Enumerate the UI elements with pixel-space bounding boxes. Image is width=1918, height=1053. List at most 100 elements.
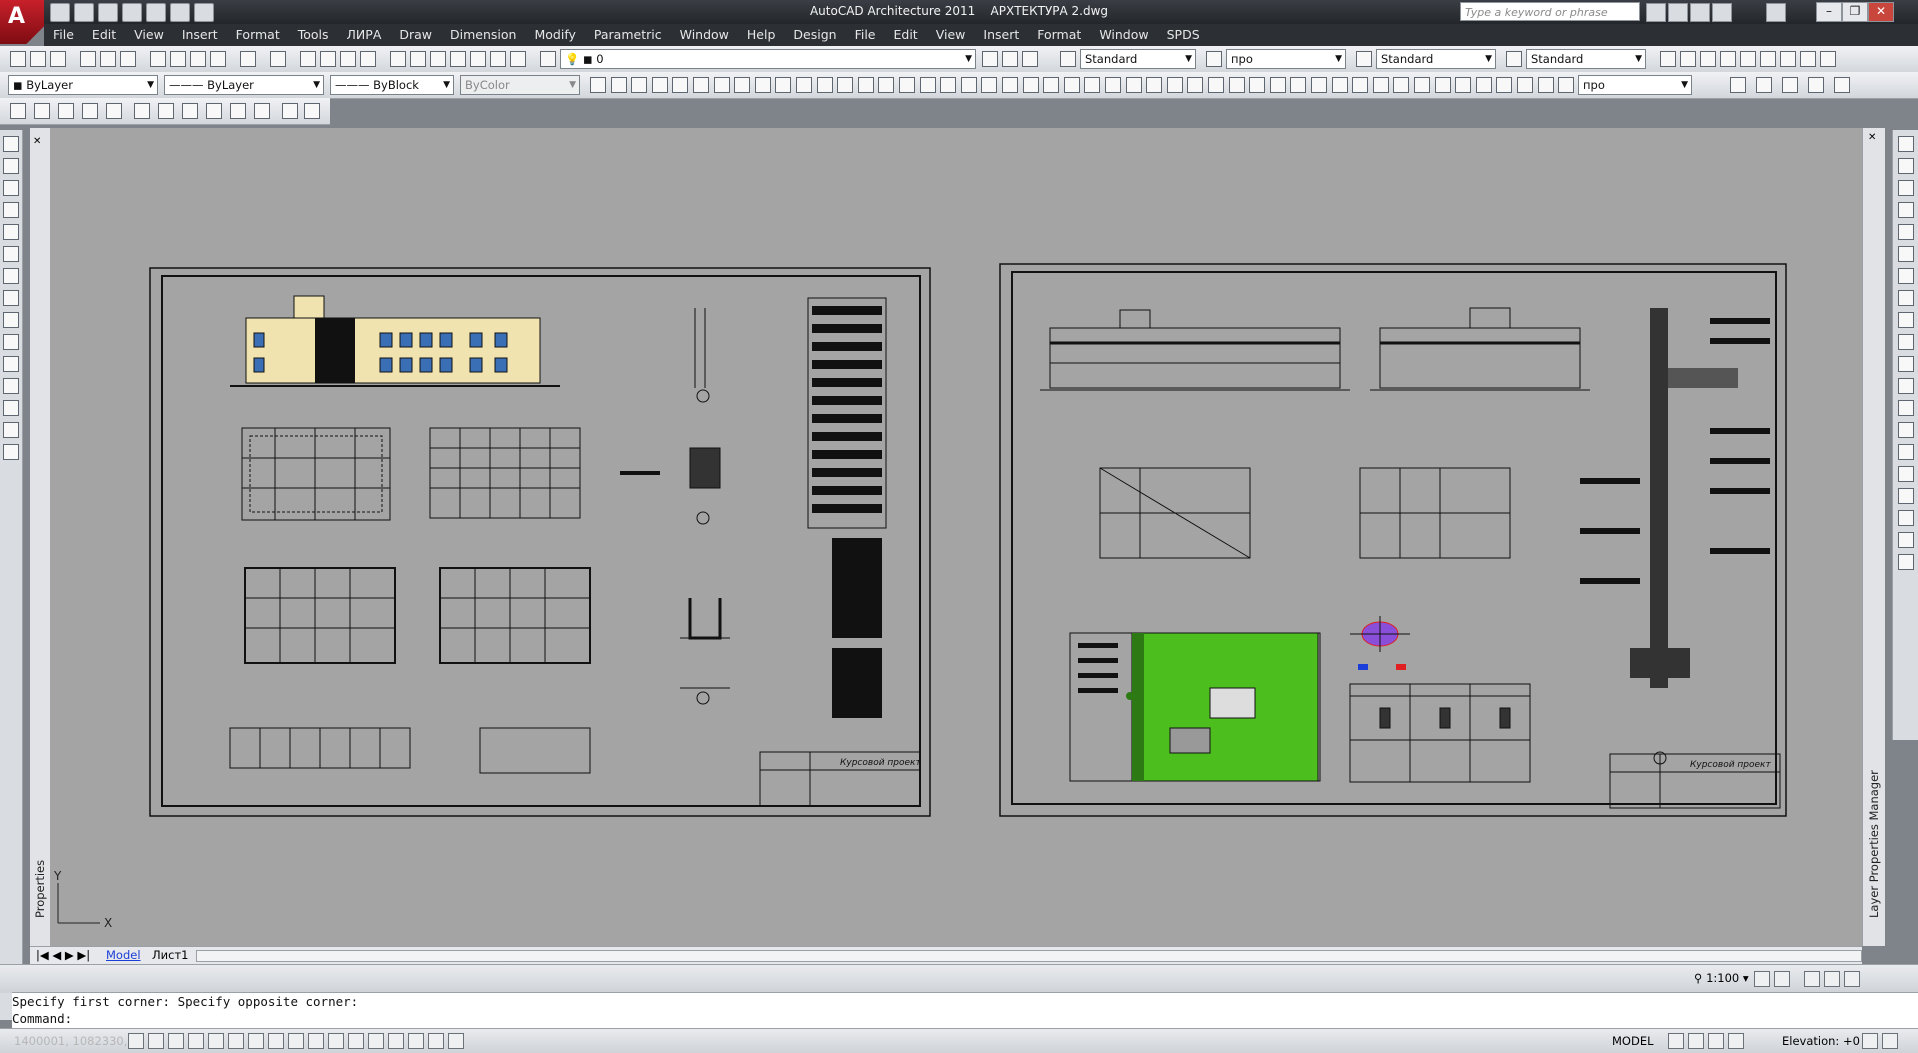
paste-icon[interactable] bbox=[190, 51, 206, 67]
properties-icon[interactable] bbox=[390, 51, 406, 67]
chamfer-icon[interactable] bbox=[1898, 422, 1914, 438]
dynamic-ucs-icon[interactable] bbox=[268, 1033, 284, 1049]
linetype-combo[interactable]: ——— ByLayer ▼ bbox=[164, 75, 324, 95]
cut-icon[interactable] bbox=[150, 51, 166, 67]
rotate-icon[interactable] bbox=[1898, 268, 1914, 284]
field-icon[interactable] bbox=[1475, 77, 1492, 93]
continue-icon[interactable] bbox=[1166, 77, 1183, 93]
dynamic-input-icon[interactable] bbox=[288, 1033, 304, 1049]
text-scale-icon[interactable] bbox=[1760, 51, 1776, 67]
fillet-icon[interactable] bbox=[1898, 444, 1914, 460]
menu-item[interactable]: Dimension bbox=[441, 24, 525, 46]
text-mask-icon[interactable] bbox=[1455, 77, 1472, 93]
stretch-icon[interactable] bbox=[1898, 312, 1914, 328]
revcloud-icon[interactable] bbox=[713, 77, 730, 93]
save-icon[interactable] bbox=[50, 51, 66, 67]
workspace-switch-icon[interactable] bbox=[1804, 971, 1820, 987]
ortho-mode-icon[interactable] bbox=[188, 1033, 204, 1049]
object-snap-tracking-icon[interactable] bbox=[248, 1033, 264, 1049]
find-icon[interactable] bbox=[1720, 51, 1736, 67]
collect-mleader-icon[interactable] bbox=[1434, 77, 1451, 93]
publish-icon[interactable] bbox=[120, 51, 136, 67]
menu-item[interactable]: View bbox=[125, 24, 173, 46]
matchprop-icon[interactable] bbox=[210, 51, 226, 67]
menu-item[interactable]: Help bbox=[738, 24, 785, 46]
transparency-icon[interactable] bbox=[328, 1033, 344, 1049]
annotation-scale[interactable]: ⚲ 1:100 ▾ bbox=[1694, 971, 1749, 985]
selection-cycling-icon[interactable] bbox=[368, 1033, 384, 1049]
layer-manager-palette-strip[interactable]: ✕ Layer Properties Manager bbox=[1862, 128, 1885, 946]
help-icon[interactable] bbox=[1766, 3, 1786, 22]
join-icon[interactable] bbox=[1898, 400, 1914, 416]
lock-icon[interactable] bbox=[1824, 971, 1840, 987]
polyline-icon[interactable] bbox=[610, 77, 627, 93]
region-icon[interactable] bbox=[899, 77, 915, 93]
plot-icon[interactable] bbox=[80, 51, 96, 67]
dim-linear-icon[interactable] bbox=[1898, 488, 1914, 504]
menu-item[interactable]: Parametric bbox=[585, 24, 671, 46]
layer-previous-icon[interactable] bbox=[1002, 51, 1018, 67]
tool-palettes-icon[interactable] bbox=[430, 51, 446, 67]
dim-linear-icon[interactable] bbox=[960, 77, 977, 93]
auto-scale-icon[interactable] bbox=[1774, 971, 1790, 987]
menu-item[interactable]: Format bbox=[1028, 24, 1090, 46]
spline-icon[interactable] bbox=[182, 103, 198, 119]
multiline-text-icon[interactable] bbox=[940, 77, 957, 93]
layer-manager-palette-label[interactable]: Layer Properties Manager bbox=[1867, 770, 1881, 918]
toolbar-lock-icon[interactable] bbox=[1708, 1033, 1724, 1049]
dim-jogged-icon[interactable] bbox=[1063, 77, 1080, 93]
quick-dim-icon[interactable] bbox=[1125, 77, 1142, 93]
menu-item[interactable]: File bbox=[846, 24, 885, 46]
center-mark-icon[interactable] bbox=[1249, 77, 1266, 93]
polyline-icon[interactable] bbox=[158, 103, 174, 119]
camera-icon[interactable] bbox=[134, 103, 150, 119]
make-block-icon[interactable] bbox=[816, 77, 833, 93]
trim-icon[interactable] bbox=[1898, 334, 1914, 350]
isolate-objects-icon[interactable] bbox=[1688, 1033, 1704, 1049]
dim-radius-icon[interactable] bbox=[1043, 77, 1060, 93]
hatch-icon[interactable] bbox=[3, 356, 19, 372]
preview-icon[interactable] bbox=[100, 51, 116, 67]
layer-manager-icon[interactable] bbox=[540, 51, 556, 67]
circle-icon[interactable] bbox=[651, 77, 668, 93]
circle-icon[interactable] bbox=[3, 268, 19, 284]
dim-update-icon[interactable] bbox=[1352, 77, 1369, 93]
lineweight-icon[interactable] bbox=[308, 1033, 324, 1049]
redo-icon[interactable] bbox=[270, 51, 286, 67]
array-icon[interactable] bbox=[1898, 224, 1914, 240]
drawing-canvas[interactable]: Курсовой проект Курсовой проект Y X bbox=[50, 128, 1862, 946]
elevation-readout[interactable]: Elevation: +0 bbox=[1782, 1034, 1860, 1048]
block-icon[interactable] bbox=[106, 103, 122, 119]
hatch-icon[interactable] bbox=[857, 77, 874, 93]
solid-icon[interactable] bbox=[1730, 77, 1746, 93]
open-icon[interactable] bbox=[30, 51, 46, 67]
leader-icon[interactable] bbox=[1898, 554, 1914, 570]
menu-item[interactable]: Draw bbox=[390, 24, 441, 46]
area-icon[interactable] bbox=[1496, 77, 1513, 93]
revolve-icon[interactable] bbox=[1782, 77, 1798, 93]
restore-button[interactable]: ❐ bbox=[1842, 2, 1868, 22]
palette-close-icon-right[interactable]: ✕ bbox=[1868, 132, 1876, 143]
area-icon[interactable] bbox=[34, 103, 50, 119]
polygon-icon[interactable] bbox=[693, 77, 709, 93]
sheetset-icon[interactable] bbox=[450, 51, 466, 67]
construction-line-icon[interactable] bbox=[3, 158, 19, 174]
menu-item[interactable]: Tools bbox=[289, 24, 338, 46]
spline-icon[interactable] bbox=[3, 312, 19, 328]
menu-item[interactable]: Window bbox=[1090, 24, 1157, 46]
dim-space-icon[interactable] bbox=[1187, 77, 1204, 93]
lineweight-combo[interactable]: ——— ByBlock ▼ bbox=[330, 75, 454, 95]
dim-aligned-icon[interactable] bbox=[1898, 510, 1914, 526]
favorites-icon[interactable] bbox=[1712, 3, 1732, 22]
attribute-icon[interactable] bbox=[82, 103, 98, 119]
maximize-viewport-icon[interactable] bbox=[1668, 1033, 1684, 1049]
table-icon[interactable] bbox=[3, 422, 19, 438]
polygon-icon[interactable] bbox=[3, 202, 19, 218]
make-current-icon[interactable] bbox=[982, 51, 998, 67]
undo-icon[interactable] bbox=[240, 51, 256, 67]
horizontal-scrollbar[interactable] bbox=[196, 950, 1862, 962]
pan-icon[interactable] bbox=[300, 51, 316, 67]
application-menu-button[interactable]: A bbox=[0, 0, 44, 44]
menu-item[interactable]: Edit bbox=[83, 24, 125, 46]
minimize-button[interactable]: – bbox=[1816, 2, 1842, 22]
